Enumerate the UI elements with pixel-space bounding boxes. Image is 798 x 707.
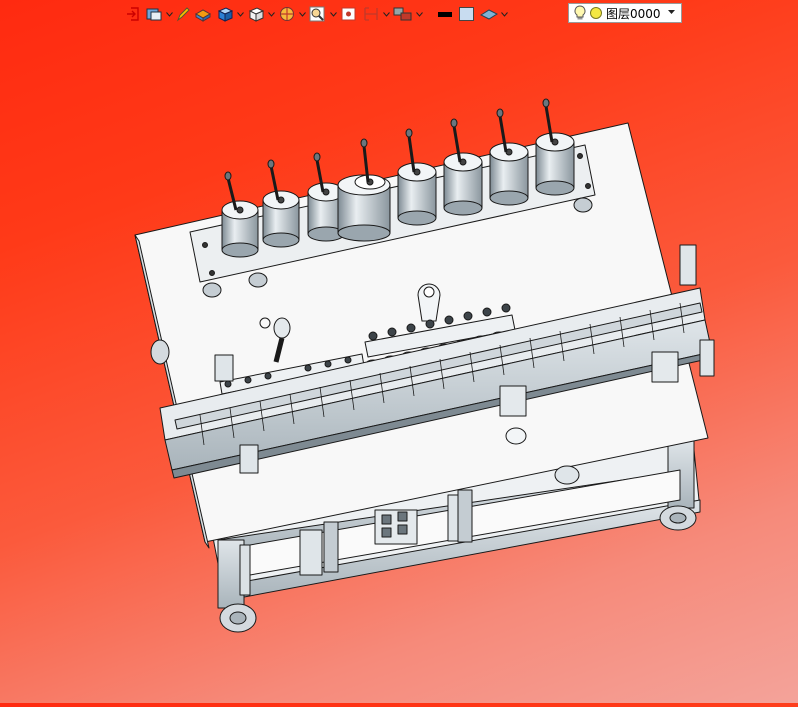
assembly-view-dropdown[interactable] xyxy=(416,3,423,25)
layer-select[interactable]: 图层0000 xyxy=(568,3,682,23)
select-filter-button[interactable] xyxy=(339,3,359,25)
chevron-down-icon xyxy=(237,11,244,17)
chevron-down-icon xyxy=(668,10,675,14)
view-orientation-button[interactable] xyxy=(215,3,235,25)
section-view-dropdown[interactable] xyxy=(299,3,306,25)
view-toolbar xyxy=(124,3,508,25)
section-icon xyxy=(280,7,294,21)
plane-icon xyxy=(480,9,498,20)
chevron-down-icon xyxy=(330,11,337,17)
layout-icon xyxy=(364,7,378,21)
line-color-button[interactable] xyxy=(435,3,455,25)
fill-color-icon xyxy=(459,7,474,21)
assembly-view-button[interactable] xyxy=(392,3,414,25)
filter-icon xyxy=(341,7,356,21)
zoom-icon xyxy=(309,6,325,22)
display-mode-button[interactable] xyxy=(144,3,164,25)
layer-select-value: 图层0000 xyxy=(606,6,661,21)
machine-model xyxy=(134,98,715,633)
pencil-icon xyxy=(176,7,190,22)
chevron-down-icon xyxy=(299,11,306,17)
lightbulb-icon xyxy=(574,5,586,20)
zoom-button[interactable] xyxy=(308,3,328,25)
display-mode-dropdown[interactable] xyxy=(166,3,173,25)
assembly-icon xyxy=(393,7,412,21)
cube-icon xyxy=(217,7,234,22)
view-layout-dropdown[interactable] xyxy=(383,3,390,25)
section-view-button[interactable] xyxy=(277,3,297,25)
fill-color-button[interactable] xyxy=(457,3,477,25)
render-style-icon xyxy=(146,8,162,21)
wireframe-cube-icon xyxy=(248,7,265,22)
scene-icon xyxy=(194,9,212,22)
chevron-down-icon xyxy=(166,11,173,17)
chevron-down-icon xyxy=(268,11,275,17)
edit-appearance-button[interactable] xyxy=(175,3,191,25)
chevron-down-icon xyxy=(416,11,423,17)
line-color-icon xyxy=(438,12,452,17)
view-layout-button[interactable] xyxy=(361,3,381,25)
plane-display-dropdown[interactable] xyxy=(501,3,508,25)
plane-display-button[interactable] xyxy=(479,3,499,25)
display-style-dropdown[interactable] xyxy=(268,3,275,25)
3d-viewport[interactable] xyxy=(0,0,798,703)
layer-status-icon xyxy=(590,7,602,19)
display-style-button[interactable] xyxy=(246,3,266,25)
exit-sketch-button[interactable] xyxy=(124,3,142,25)
view-orientation-dropdown[interactable] xyxy=(237,3,244,25)
chevron-down-icon xyxy=(383,11,390,17)
exit-icon xyxy=(127,7,139,21)
scene-button[interactable] xyxy=(193,3,213,25)
chevron-down-icon xyxy=(501,11,508,17)
zoom-dropdown[interactable] xyxy=(330,3,337,25)
